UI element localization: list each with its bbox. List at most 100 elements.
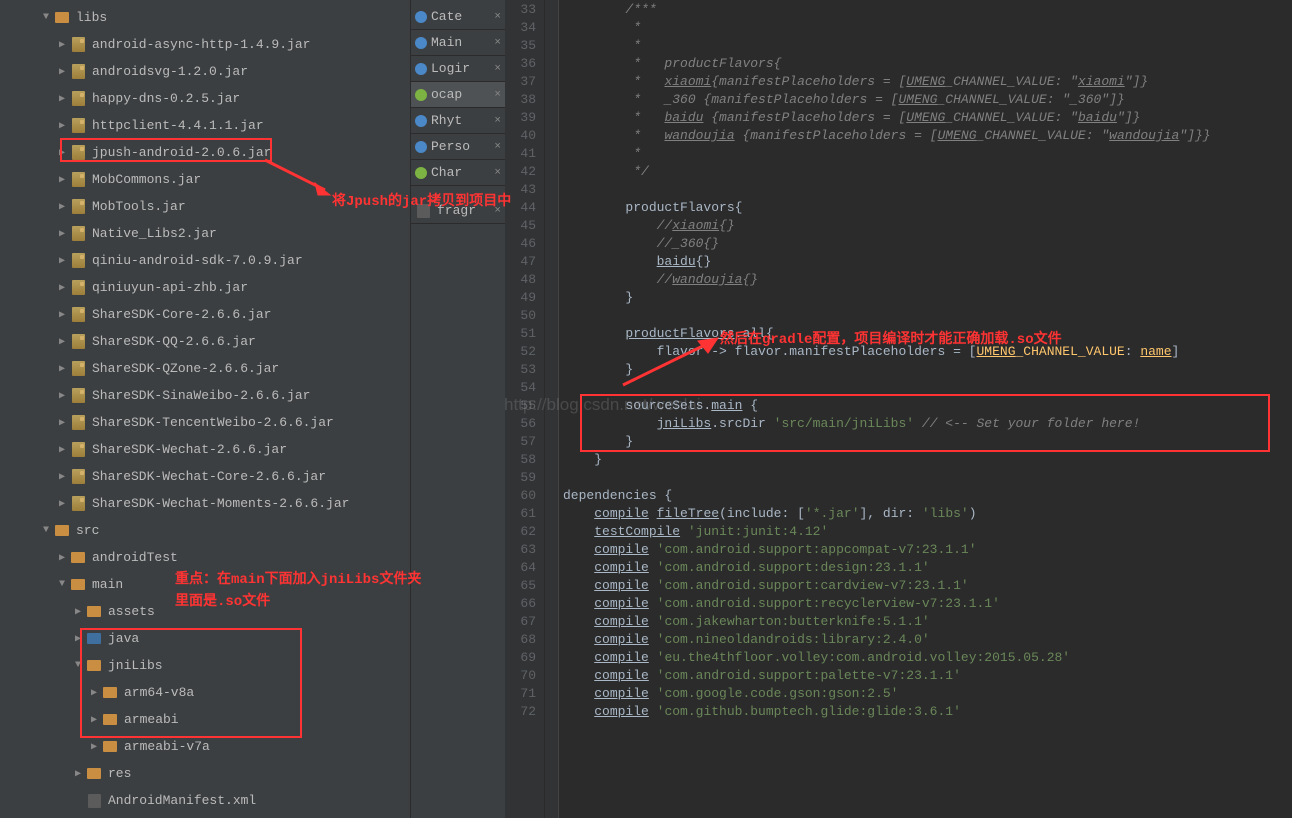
- tree-jar-item[interactable]: ▶androidsvg-1.2.0.jar: [0, 58, 410, 85]
- tree-folder-assets[interactable]: ▶assets: [0, 598, 410, 625]
- line-number: 52: [505, 343, 536, 361]
- jar-icon: [70, 388, 86, 404]
- line-number: 47: [505, 253, 536, 271]
- folder-icon: [102, 712, 118, 728]
- tree-folder-src[interactable]: ▼src: [0, 517, 410, 544]
- close-icon[interactable]: ×: [494, 37, 501, 49]
- tree-label: armeabi-v7a: [124, 739, 210, 754]
- tab-label: ocap: [431, 87, 462, 102]
- line-number: 46: [505, 235, 536, 253]
- tree-label: arm64-v8a: [124, 685, 194, 700]
- folder-icon: [86, 658, 102, 674]
- close-icon[interactable]: ×: [494, 141, 501, 153]
- tree-jar-item[interactable]: ▶ShareSDK-QZone-2.6.6.jar: [0, 355, 410, 382]
- file-type-icon: [415, 89, 427, 101]
- xml-icon: [86, 793, 102, 809]
- line-number: 71: [505, 685, 536, 703]
- tab-login[interactable]: Logir×: [411, 56, 505, 82]
- file-type-icon: [415, 141, 427, 153]
- tree-label: happy-dns-0.2.5.jar: [92, 91, 240, 106]
- tree-folder-jnilibs[interactable]: ▼jniLibs: [0, 652, 410, 679]
- tree-label: src: [76, 523, 99, 538]
- line-number: 35: [505, 37, 536, 55]
- tree-jar-item[interactable]: ▶happy-dns-0.2.5.jar: [0, 85, 410, 112]
- tree-jar-item[interactable]: ▶android-async-http-1.4.9.jar: [0, 31, 410, 58]
- folder-icon: [86, 631, 102, 647]
- tree-jar-item[interactable]: ▶MobTools.jar: [0, 193, 410, 220]
- tab-char[interactable]: Char×: [411, 160, 505, 186]
- tab-perso[interactable]: Perso×: [411, 134, 505, 160]
- line-number: 67: [505, 613, 536, 631]
- tree-label: java: [108, 631, 139, 646]
- jar-icon: [70, 64, 86, 80]
- tree-label: main: [92, 577, 123, 592]
- line-number: 34: [505, 19, 536, 37]
- line-number: 41: [505, 145, 536, 163]
- tree-jar-item[interactable]: ▶jpush-android-2.0.6.jar: [0, 139, 410, 166]
- tree-folder-arm64v8a[interactable]: ▶arm64-v8a: [0, 679, 410, 706]
- tab-fragr[interactable]: fragr ×: [411, 198, 505, 224]
- tree-label: MobTools.jar: [92, 199, 186, 214]
- jar-icon: [70, 91, 86, 107]
- line-number: 66: [505, 595, 536, 613]
- tab-label: fragr: [437, 203, 476, 218]
- close-icon[interactable]: ×: [494, 63, 501, 75]
- line-number: 45: [505, 217, 536, 235]
- tree-label: android-async-http-1.4.9.jar: [92, 37, 310, 52]
- tab-ocap[interactable]: ocap ×: [411, 82, 505, 108]
- tree-jar-item[interactable]: ▶ShareSDK-SinaWeibo-2.6.6.jar: [0, 382, 410, 409]
- tree-jar-item[interactable]: ▶ShareSDK-Wechat-Core-2.6.6.jar: [0, 463, 410, 490]
- close-icon[interactable]: ×: [494, 115, 501, 127]
- line-number: 56: [505, 415, 536, 433]
- jar-icon: [70, 442, 86, 458]
- tree-label: ShareSDK-Wechat-Moments-2.6.6.jar: [92, 496, 349, 511]
- tree-folder-test[interactable]: ▶test: [0, 814, 410, 818]
- close-icon[interactable]: ×: [494, 205, 501, 217]
- tree-folder-main[interactable]: ▼main: [0, 571, 410, 598]
- tree-folder-libs[interactable]: ▼libs: [0, 4, 410, 31]
- jar-icon: [70, 145, 86, 161]
- tree-jar-item[interactable]: ▶httpclient-4.4.1.1.jar: [0, 112, 410, 139]
- line-number: 33: [505, 1, 536, 19]
- line-number: 61: [505, 505, 536, 523]
- close-icon[interactable]: ×: [494, 89, 501, 101]
- tree-label: AndroidManifest.xml: [108, 793, 256, 808]
- tree-file-manifest[interactable]: AndroidManifest.xml: [0, 787, 410, 814]
- tree-label: qiniuyun-api-zhb.jar: [92, 280, 248, 295]
- folder-icon: [102, 739, 118, 755]
- line-number: 57: [505, 433, 536, 451]
- tree-jar-item[interactable]: ▶MobCommons.jar: [0, 166, 410, 193]
- tree-jar-item[interactable]: ▶ShareSDK-QQ-2.6.6.jar: [0, 328, 410, 355]
- tree-jar-item[interactable]: ▶ShareSDK-Core-2.6.6.jar: [0, 301, 410, 328]
- line-number: 70: [505, 667, 536, 685]
- folder-icon: [102, 685, 118, 701]
- line-number: 38: [505, 91, 536, 109]
- tree-jar-item[interactable]: ▶qiniu-android-sdk-7.0.9.jar: [0, 247, 410, 274]
- tree-label: armeabi: [124, 712, 179, 727]
- line-number: 62: [505, 523, 536, 541]
- tree-jar-item[interactable]: ▶ShareSDK-TencentWeibo-2.6.6.jar: [0, 409, 410, 436]
- tree-label: jpush-android-2.0.6.jar: [92, 145, 271, 160]
- project-tree-panel[interactable]: ▼libs ▶android-async-http-1.4.9.jar ▶and…: [0, 0, 410, 818]
- tab-main[interactable]: Main×: [411, 30, 505, 56]
- tree-label: MobCommons.jar: [92, 172, 201, 187]
- close-icon[interactable]: ×: [494, 11, 501, 23]
- close-icon[interactable]: ×: [494, 167, 501, 179]
- tree-jar-item[interactable]: ▶qiniuyun-api-zhb.jar: [0, 274, 410, 301]
- line-number: 68: [505, 631, 536, 649]
- tab-cate[interactable]: Cate×: [411, 4, 505, 30]
- tree-folder-armeabi[interactable]: ▶armeabi: [0, 706, 410, 733]
- tree-folder-androidtest[interactable]: ▶androidTest: [0, 544, 410, 571]
- file-type-icon: [415, 167, 427, 179]
- tree-label: ShareSDK-Wechat-2.6.6.jar: [92, 442, 287, 457]
- tree-jar-item[interactable]: ▶ShareSDK-Wechat-Moments-2.6.6.jar: [0, 490, 410, 517]
- tree-jar-item[interactable]: ▶ShareSDK-Wechat-2.6.6.jar: [0, 436, 410, 463]
- tree-folder-java[interactable]: ▶java: [0, 625, 410, 652]
- tree-jar-item[interactable]: ▶Native_Libs2.jar: [0, 220, 410, 247]
- tree-label: jniLibs: [108, 658, 163, 673]
- tree-folder-res[interactable]: ▶res: [0, 760, 410, 787]
- tree-label: ShareSDK-QQ-2.6.6.jar: [92, 334, 256, 349]
- tab-rhyt[interactable]: Rhyt×: [411, 108, 505, 134]
- line-number: 48: [505, 271, 536, 289]
- tree-folder-armeabiv7a[interactable]: ▶armeabi-v7a: [0, 733, 410, 760]
